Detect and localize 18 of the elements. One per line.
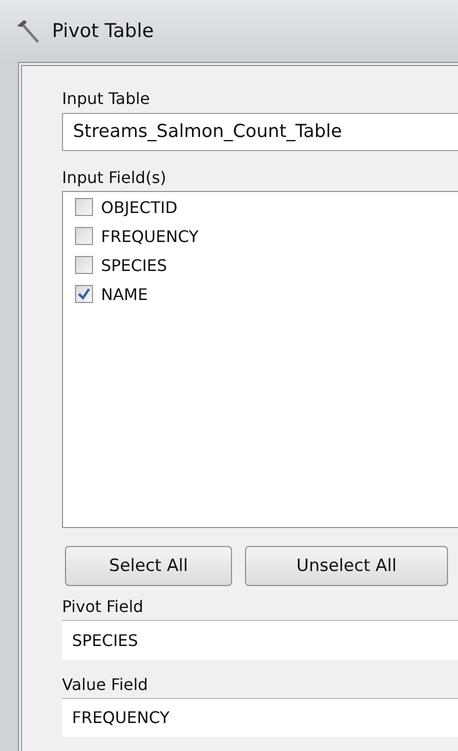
checkbox[interactable] — [75, 198, 93, 216]
input-field[interactable]: SPECIES — [62, 620, 458, 660]
field-label: Input Table — [62, 88, 151, 110]
field-name: SPECIES — [101, 256, 168, 275]
select-all-button[interactable]: Select All — [65, 546, 232, 586]
checkbox[interactable] — [75, 256, 93, 274]
input-field[interactable]: FREQUENCY — [62, 698, 458, 738]
field-name: NAME — [101, 284, 148, 304]
window-title: Pivot Table — [52, 20, 154, 42]
field-label: Pivot Field — [62, 596, 144, 618]
checkbox[interactable] — [75, 227, 93, 246]
checkbox[interactable] — [75, 285, 93, 304]
field-name: OBJECTID — [101, 198, 178, 217]
field-label: Input Field(s) — [62, 166, 168, 189]
input-field[interactable]: Streams_Salmon_Count_Table — [62, 113, 458, 151]
unselect-all-button[interactable]: Unselect All — [245, 546, 448, 586]
field-name: FREQUENCY — [101, 226, 198, 246]
field-label: Value Field — [62, 674, 149, 696]
